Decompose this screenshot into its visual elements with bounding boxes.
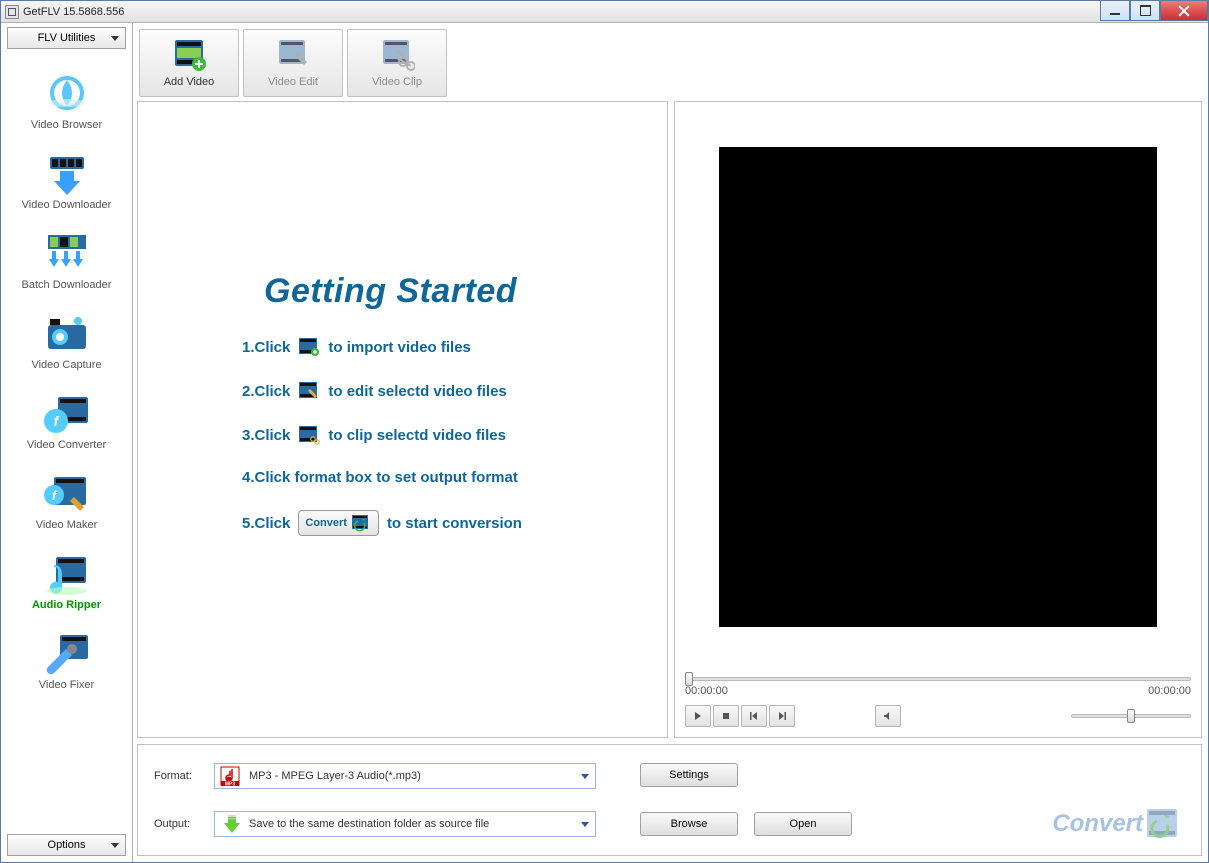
fixer-icon <box>40 631 94 677</box>
video-clip-icon <box>379 38 415 72</box>
sidebar-item-batch-downloader[interactable]: Batch Downloader <box>1 223 132 303</box>
format-value: MP3 - MPEG Layer-3 Audio(*.mp3) <box>249 770 421 782</box>
globe-icon <box>40 71 94 117</box>
time-total: 00:00:00 <box>1148 685 1191 697</box>
seek-thumb-icon[interactable] <box>685 672 693 686</box>
video-clip-label: Video Clip <box>372 76 422 88</box>
sidebar: FLV Utilities Video Browser Video Downlo… <box>1 23 133 862</box>
player-controls <box>685 705 1191 727</box>
seek-bar[interactable] <box>685 675 1191 683</box>
options-label: Options <box>48 839 86 851</box>
sidebar-item-label: Batch Downloader <box>22 279 112 291</box>
add-video-button[interactable]: Add Video <box>139 29 239 97</box>
sidebar-item-video-capture[interactable]: Video Capture <box>1 303 132 383</box>
window-buttons <box>1100 1 1208 21</box>
volume-slider[interactable] <box>1071 714 1191 718</box>
sidebar-item-label: Video Maker <box>36 519 98 531</box>
guide-step-4: 4.Click format box to set output format <box>242 469 637 486</box>
sidebar-item-video-maker[interactable]: f Video Maker <box>1 463 132 543</box>
video-preview <box>719 147 1157 627</box>
video-edit-icon <box>275 38 311 72</box>
maximize-button[interactable] <box>1130 1 1160 21</box>
toolbar: Add Video Video Edit Video Clip <box>137 27 1202 101</box>
audio-ripper-icon <box>40 551 94 597</box>
clip-icon <box>298 425 320 445</box>
main-area: Add Video Video Edit Video Clip <box>133 23 1208 862</box>
convert-film-icon <box>1145 807 1181 841</box>
getting-started-title: Getting Started <box>264 272 637 311</box>
open-button[interactable]: Open <box>754 812 852 836</box>
sidebar-items: Video Browser Video Downloader Ba <box>1 51 132 830</box>
sidebar-item-label: Audio Ripper <box>32 599 101 611</box>
bottom-bar: Format: MP3 MP3 - MPEG Layer-3 Audio(*.m… <box>137 744 1202 856</box>
app-window: GetFLV 15.5868.556 FLV Utilities Video B… <box>0 0 1209 863</box>
prev-button[interactable] <box>741 705 767 727</box>
sidebar-item-video-browser[interactable]: Video Browser <box>1 63 132 143</box>
next-button[interactable] <box>769 705 795 727</box>
download-icon <box>40 151 94 197</box>
sidebar-item-audio-ripper[interactable]: Audio Ripper <box>1 543 132 623</box>
sidebar-item-video-downloader[interactable]: Video Downloader <box>1 143 132 223</box>
video-edit-button[interactable]: Video Edit <box>243 29 343 97</box>
guide-step-5: 5.Click Convert to start conversion <box>242 510 637 536</box>
mute-button[interactable] <box>875 705 901 727</box>
add-video-icon <box>171 38 207 72</box>
converter-icon: f <box>40 391 94 437</box>
guide-step-3: 3.Click to clip selectd video files <box>242 425 637 445</box>
sidebar-item-label: Video Fixer <box>39 679 94 691</box>
volume-thumb-icon[interactable] <box>1127 709 1135 723</box>
output-combo[interactable]: Save to the same destination folder as s… <box>214 811 596 837</box>
guide-step-1: 1.Click to import video files <box>242 337 637 357</box>
play-button[interactable] <box>685 705 711 727</box>
stop-button[interactable] <box>713 705 739 727</box>
convert-label: Convert <box>1052 810 1143 838</box>
options-dropdown[interactable]: Options <box>7 834 126 856</box>
maker-icon: f <box>40 471 94 517</box>
add-video-label: Add Video <box>164 76 215 88</box>
format-label: Format: <box>154 770 202 782</box>
svg-text:MP3: MP3 <box>225 782 236 788</box>
format-combo[interactable]: MP3 MP3 - MPEG Layer-3 Audio(*.mp3) <box>214 763 596 789</box>
titlebar: GetFLV 15.5868.556 <box>1 1 1208 23</box>
sidebar-item-label: Video Capture <box>31 359 101 371</box>
sidebar-item-label: Video Browser <box>31 119 102 131</box>
settings-button[interactable]: Settings <box>640 763 738 787</box>
video-area <box>685 112 1191 661</box>
sidebar-item-video-fixer[interactable]: Video Fixer <box>1 623 132 703</box>
minimize-button[interactable] <box>1100 1 1130 21</box>
convert-film-icon <box>350 513 372 533</box>
app-icon <box>5 5 19 19</box>
batch-download-icon <box>40 231 94 277</box>
edit-icon <box>298 381 320 401</box>
time-current: 00:00:00 <box>685 685 728 697</box>
output-value: Save to the same destination folder as s… <box>249 818 489 830</box>
utilities-dropdown[interactable]: FLV Utilities <box>7 27 126 49</box>
camera-icon <box>40 311 94 357</box>
preview-panel: 00:00:00 00:00:00 <box>674 101 1202 738</box>
mp3-icon: MP3 <box>219 765 245 787</box>
window-title: GetFLV 15.5868.556 <box>23 6 124 18</box>
time-row: 00:00:00 00:00:00 <box>685 685 1191 697</box>
utilities-dropdown-label: FLV Utilities <box>38 32 96 44</box>
output-label: Output: <box>154 818 202 830</box>
close-button[interactable] <box>1160 1 1208 21</box>
guide-step-2: 2.Click to edit selectd video files <box>242 381 637 401</box>
save-arrow-icon <box>219 813 245 835</box>
convert-button[interactable]: Convert <box>1052 807 1181 841</box>
browse-button[interactable]: Browse <box>640 812 738 836</box>
mini-convert-button: Convert <box>298 510 379 536</box>
video-clip-button[interactable]: Video Clip <box>347 29 447 97</box>
sidebar-item-label: Video Downloader <box>22 199 112 211</box>
video-edit-label: Video Edit <box>268 76 318 88</box>
import-icon <box>298 337 320 357</box>
sidebar-item-label: Video Converter <box>27 439 106 451</box>
guide-panel: Getting Started 1.Click to import video … <box>137 101 668 738</box>
sidebar-item-video-converter[interactable]: f Video Converter <box>1 383 132 463</box>
